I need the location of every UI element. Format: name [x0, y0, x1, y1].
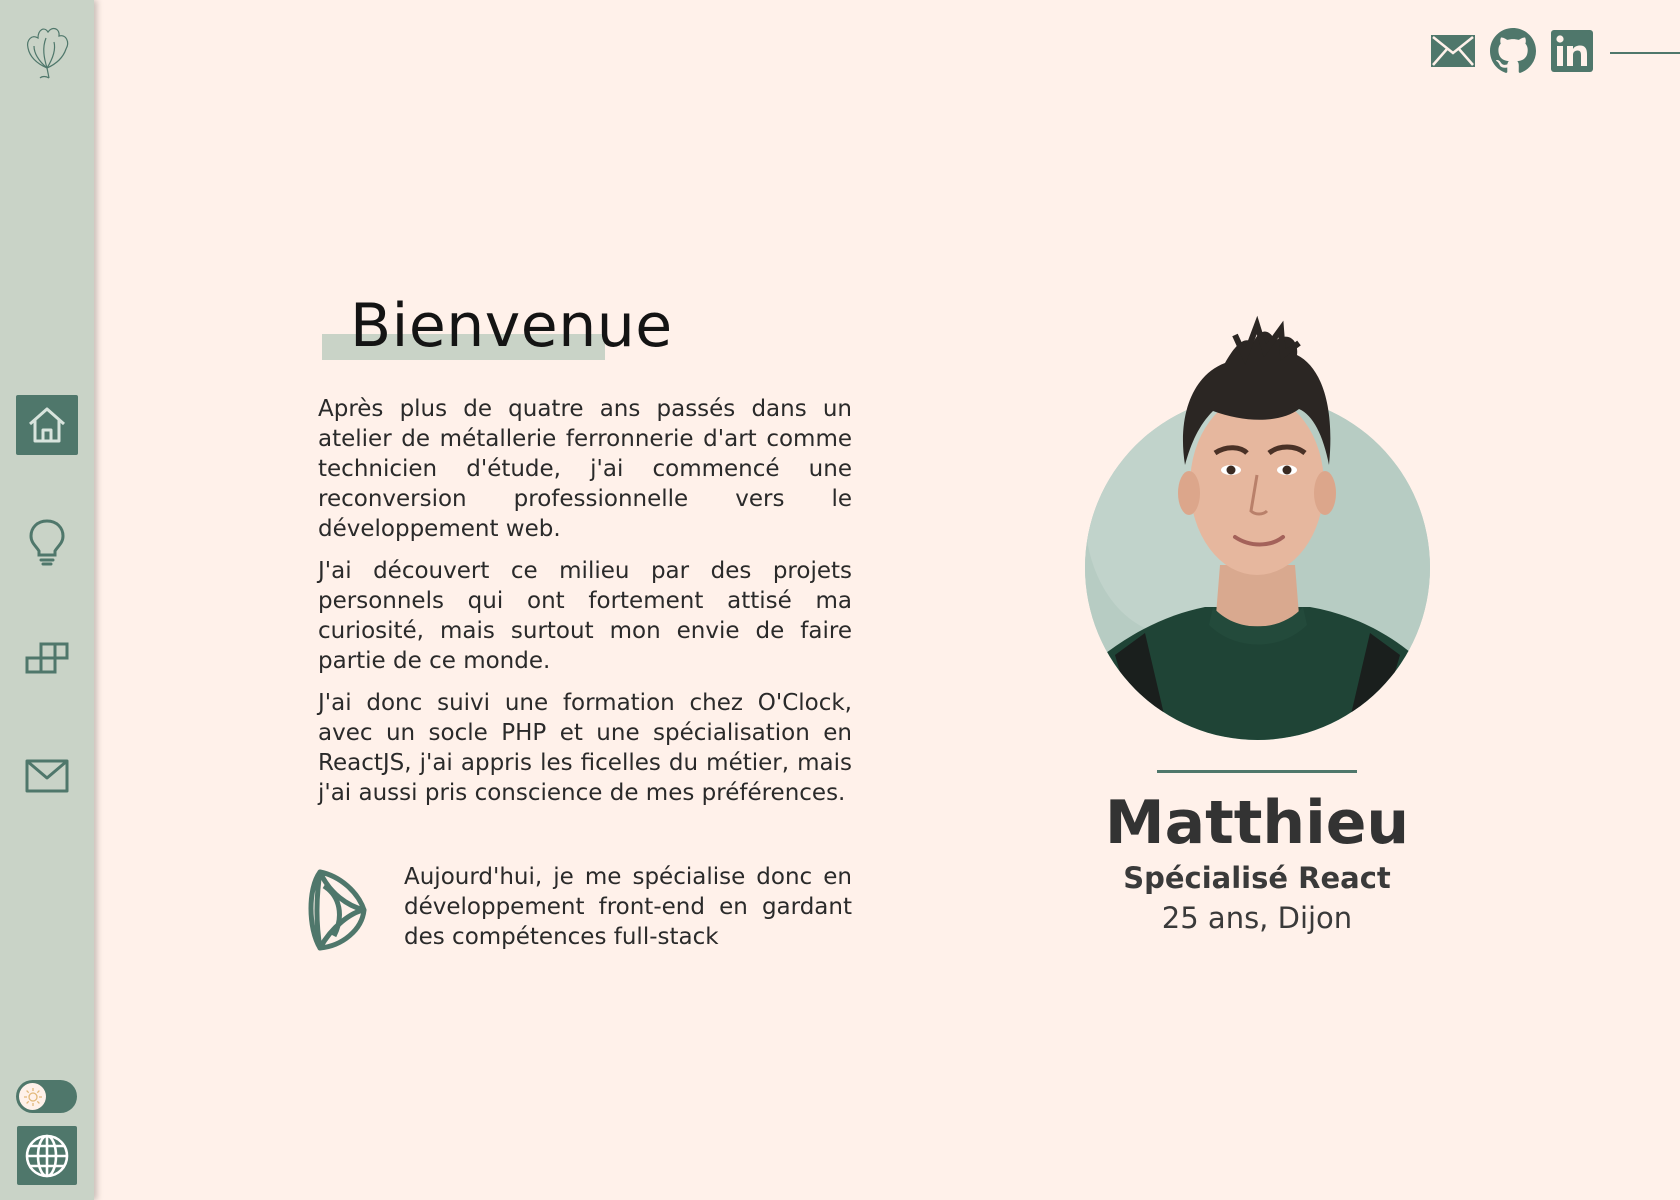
language-button[interactable]	[17, 1126, 77, 1185]
toggle-knob	[19, 1083, 46, 1110]
linkedin-icon	[1551, 30, 1593, 72]
github-link[interactable]	[1490, 28, 1536, 78]
name-divider-line	[1157, 770, 1357, 773]
nav-item-contact[interactable]	[16, 746, 78, 806]
flower-logo-icon	[16, 18, 78, 80]
github-icon	[1490, 28, 1536, 73]
email-link[interactable]	[1430, 33, 1476, 73]
profile-name: Matthieu	[1104, 788, 1410, 858]
intro-paragraph: Après plus de quatre ans passés dans un …	[318, 396, 852, 542]
mail-icon	[25, 759, 69, 793]
mail-icon	[1431, 35, 1475, 67]
nav-item-home[interactable]	[16, 395, 78, 455]
social-divider-line	[1610, 52, 1680, 54]
nav-item-projects[interactable]	[16, 628, 78, 688]
theme-toggle[interactable]	[16, 1080, 77, 1113]
linkedin-link[interactable]	[1550, 29, 1594, 77]
sidebar	[0, 0, 94, 1200]
lotus-icon	[308, 869, 367, 951]
profile-role: Spécialisé React	[1123, 861, 1391, 895]
profile-photo	[1085, 315, 1430, 740]
social-links	[1430, 28, 1680, 78]
intro-text: Après plus de quatre ans passés dans un …	[318, 394, 852, 820]
nav-item-skills[interactable]	[16, 512, 78, 572]
page-title: Bienvenue	[350, 291, 673, 361]
portrait-illustration	[1085, 315, 1430, 740]
globe-icon	[25, 1134, 69, 1177]
profile-age-location: 25 ans, Dijon	[1161, 901, 1353, 935]
welcome-heading-block: Bienvenue	[322, 288, 702, 368]
closing-paragraph: Aujourd'hui, je me spécialise donc en dé…	[404, 864, 852, 950]
closing-statement: Aujourd'hui, je me spécialise donc en dé…	[306, 862, 852, 952]
home-icon	[29, 407, 65, 443]
lightbulb-icon	[29, 519, 65, 566]
intro-paragraph: J'ai donc suivi une formation chez O'Clo…	[318, 690, 852, 806]
blocks-icon	[25, 642, 69, 674]
sun-icon	[23, 1087, 42, 1106]
intro-paragraph: J'ai découvert ce milieu par des projets…	[318, 558, 852, 674]
profile-card	[1085, 315, 1430, 740]
